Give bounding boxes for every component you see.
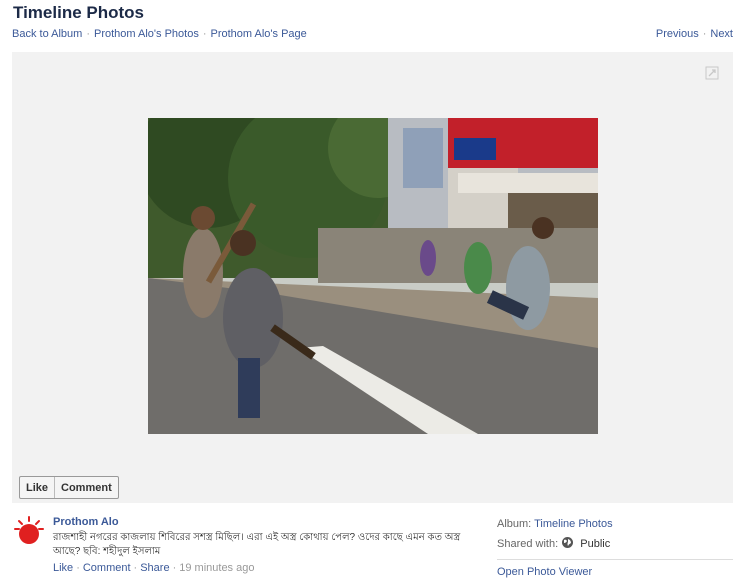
previous-link[interactable]: Previous [656,28,699,40]
album-label: Album: [497,518,532,530]
next-link[interactable]: Next [710,28,733,40]
shared-with-label: Shared with: [497,538,559,550]
owner-photos-link[interactable]: Prothom Alo's Photos [94,28,199,40]
globe-icon [562,537,574,548]
comment-photo-button[interactable]: Comment [55,477,118,498]
album-link[interactable]: Timeline Photos [534,518,612,530]
photo-pager: Previous · Next [655,28,733,40]
photo-action-bar: Like Comment [19,476,119,499]
open-photo-viewer-link[interactable]: Open Photo Viewer [497,566,592,578]
breadcrumb: Back to Album · Prothom Alo's Photos · Proth… [12,28,307,40]
privacy-value[interactable]: Public [580,538,610,550]
photo-caption: রাজশাহী নগরের কাজলায় শিবিরের সশস্ত্র মি… [53,532,461,557]
timeline-photo[interactable] [148,118,598,434]
owner-page-link[interactable]: Prothom Alo's Page [211,28,307,40]
comment-link[interactable]: Comment [83,562,131,574]
post-meta: Like · Comment · Share · 19 minutes ago [53,562,255,574]
photo-details-sidebar: Album: Timeline Photos Shared with: Publ… [497,517,733,578]
expand-icon[interactable] [705,66,719,80]
like-link[interactable]: Like [53,562,73,574]
like-photo-button[interactable]: Like [20,477,54,498]
prothom-alo-logo[interactable] [13,514,45,546]
sidebar-divider [497,559,733,560]
back-to-album-link[interactable]: Back to Album [12,28,82,40]
page-title: Timeline Photos [13,3,144,22]
timestamp[interactable]: 19 minutes ago [179,562,254,574]
post-author-link[interactable]: Prothom Alo [53,516,119,528]
share-link[interactable]: Share [140,562,169,574]
